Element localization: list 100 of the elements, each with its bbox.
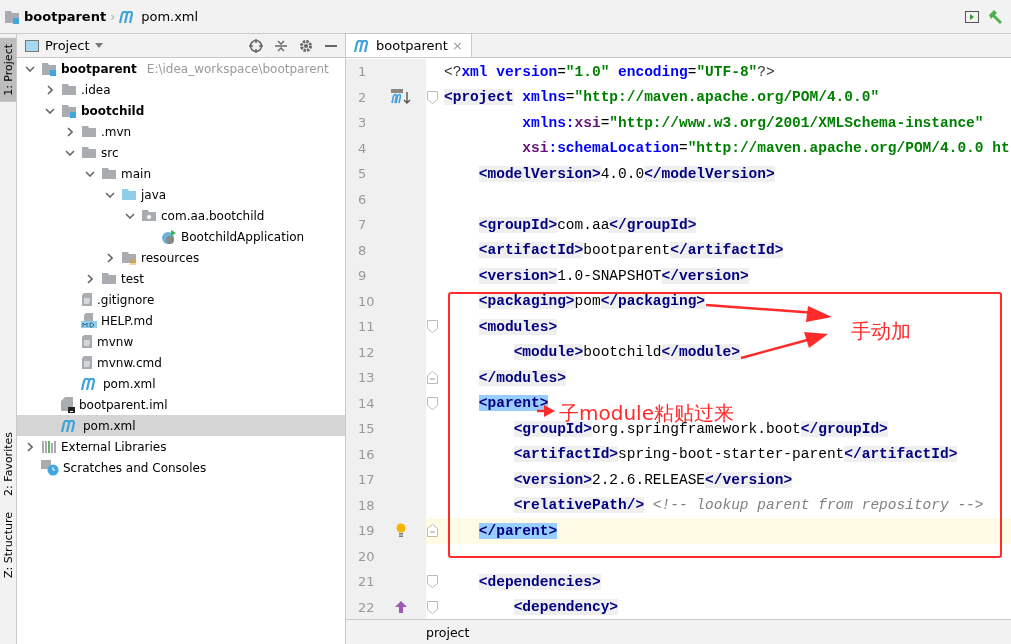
tree-item[interactable]: HELP.md [17,310,345,331]
code-token: spring-boot-starter-parent [618,446,845,463]
line-number: 9 [357,268,368,284]
line-number: 18 [357,497,376,513]
module-file-icon [61,396,75,413]
tree-item-label: HELP.md [101,313,153,328]
chevron-down-icon[interactable] [125,212,135,219]
tree-item[interactable]: pom.xml [17,415,345,436]
chevron-right-icon[interactable] [27,441,33,452]
line-number: 7 [357,217,368,233]
tool-window-tab[interactable]: 2: Favorites [0,425,16,502]
layout-icon[interactable] [965,10,979,23]
settings-icon[interactable] [299,38,313,53]
code-token: </artifactId> [844,446,958,463]
line-number: 5 [357,166,368,182]
code-token: pom [574,293,601,310]
chevron-down-icon[interactable] [65,149,75,156]
line-number: 11 [357,319,376,335]
tree-item[interactable]: java [17,184,345,205]
code-token: </groupId> [609,216,697,233]
maven-gutter-icon[interactable] [391,89,411,106]
tree-item[interactable]: BootchildApplication [17,226,345,247]
chevron-down-icon[interactable] [25,65,35,72]
tree-item-label: resources [141,250,200,265]
tree-item[interactable]: .gitignore [17,289,345,310]
editor-tab[interactable]: bootparent × [346,34,472,57]
code-token: version [496,63,558,80]
breadcrumb-item[interactable]: bootparent [24,9,107,24]
tree-item[interactable]: com.aa.bootchild [17,205,345,226]
tree-item[interactable]: External Libraries [17,436,345,457]
tree-item[interactable]: mvnw [17,331,345,352]
chevron-right-icon[interactable] [47,84,53,95]
breadcrumb-path[interactable]: project [426,624,470,640]
code-token: 1.0-SNAPSHOT [557,267,662,284]
code-token: <dependency> [513,599,619,616]
code-token: = [557,63,566,80]
line-number: 16 [357,446,376,462]
collapse-icon[interactable] [275,38,287,53]
breadcrumb-item[interactable]: pom.xml [141,9,199,24]
tree-item[interactable]: .mvn [17,121,345,142]
tree-item[interactable]: pom.xml [17,373,345,394]
tree-item[interactable]: mvnw.cmd [17,352,345,373]
dropdown-caret-icon[interactable] [95,43,104,48]
tool-window-tab[interactable]: Z: Structure [0,505,16,584]
tree-item[interactable]: main [17,163,345,184]
code-comment: <!-- lookup parent from repository --> [652,497,984,514]
code-token: <module> [513,344,584,361]
code-token: <dependencies> [478,573,601,590]
tree-item-label: test [121,271,145,286]
code-token: bootchild [583,344,662,361]
code-token: </module> [661,344,740,361]
code-token: com.aa [557,216,610,233]
line-number: 1 [357,64,368,80]
code-token: <? [444,63,462,80]
tree-item[interactable]: bootparent.iml [17,394,345,415]
chevron-down-icon[interactable] [85,170,95,177]
line-number: 3 [357,115,368,131]
chevron-right-icon[interactable] [67,126,73,137]
tree-item[interactable]: src [17,142,345,163]
tree-item-label: java [141,187,167,202]
code-token: <modelVersion> [478,165,601,182]
folder-icon [101,272,117,285]
up-arrow-icon[interactable] [395,601,407,614]
project-path: E:\idea_workspace\bootparent [146,61,329,76]
tree-item-label: src [101,145,119,160]
code-token: 2.2.6.RELEASE [591,471,706,488]
tree-item[interactable]: bootparent E:\idea_workspace\bootparent [17,58,345,79]
chevron-down-icon[interactable] [105,191,115,198]
tree-item[interactable]: resources [17,247,345,268]
code-token: xmlns: [522,114,575,131]
module-folder-icon [61,103,77,118]
lightbulb-icon[interactable] [396,523,406,539]
tree-item[interactable]: bootchild [17,100,345,121]
tree-item[interactable]: test [17,268,345,289]
folder-icon [81,146,97,159]
code-token: "http://maven.apache.org/POM/4.0.0 ht [687,140,1010,157]
panel-title-dropdown[interactable]: Project [45,38,90,53]
tree-item[interactable]: .idea [17,79,345,100]
minimize-icon[interactable] [325,44,337,47]
breadcrumb-separator: › [110,9,116,24]
locate-icon[interactable] [249,38,263,53]
chevron-right-icon[interactable] [107,252,113,263]
tree-item-label: .mvn [101,124,132,139]
chevron-down-icon[interactable] [45,107,55,114]
code-token: = [600,114,610,131]
tree-item-label: com.aa.bootchild [161,208,265,223]
text-file-icon [81,355,93,370]
tree-item[interactable]: Scratches and Consoles [17,457,345,478]
annotation-text: 手动加 [851,318,911,345]
code-token: xsi [574,114,601,131]
chevron-right-icon[interactable] [87,273,93,284]
folder-icon [61,83,77,96]
code-token: </version> [705,471,793,488]
tool-window-tab[interactable]: 1: Project [0,38,16,102]
tree-item-label: pom.xml [103,376,156,391]
tree-item-label: bootchild [81,103,145,118]
line-number: 4 [357,140,368,156]
code-token: "http://maven.apache.org/POM/4.0.0" [574,89,880,106]
code-token: xsi [522,140,549,157]
spring-class-icon [161,228,177,245]
